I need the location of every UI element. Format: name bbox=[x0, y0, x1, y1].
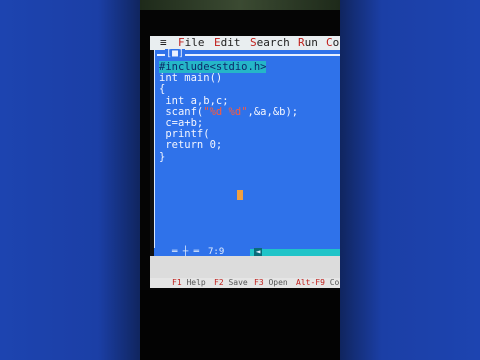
fkey-co[interactable]: Alt-F9 Co bbox=[296, 278, 339, 288]
editor-window[interactable]: [■] #include<stdio.h> int main() { int a… bbox=[154, 49, 340, 250]
menu-search[interactable]: Search bbox=[250, 36, 290, 50]
right-blue-background bbox=[340, 0, 480, 360]
horizontal-scrollbar[interactable] bbox=[250, 249, 340, 256]
menu-run[interactable]: Run bbox=[298, 36, 318, 50]
monitor-bottom-bezel bbox=[140, 290, 340, 360]
code-line[interactable]: int main() bbox=[159, 72, 222, 84]
left-blue-background bbox=[0, 0, 140, 360]
code-line[interactable]: c=a+b; bbox=[159, 117, 203, 129]
fkey-help[interactable]: F1 Help bbox=[172, 278, 206, 288]
code-line[interactable]: #include<stdio.h> bbox=[159, 61, 267, 73]
monitor-top-bezel bbox=[140, 0, 340, 10]
code-token: "%d %d" bbox=[203, 105, 248, 118]
code-line[interactable]: scanf("%d %d",&a,&b); bbox=[159, 106, 298, 118]
code-line[interactable]: { bbox=[159, 83, 165, 95]
text-cursor bbox=[237, 190, 243, 200]
code-token: scanf( bbox=[159, 105, 204, 118]
code-token: c=a+b; bbox=[159, 117, 204, 130]
code-token: #include<stdio.h> bbox=[159, 61, 267, 73]
code-token: int main() bbox=[159, 72, 223, 85]
fkey-save[interactable]: F2 Save bbox=[214, 278, 248, 288]
code-line[interactable]: return 0; bbox=[159, 139, 222, 151]
code-line[interactable]: printf( bbox=[159, 128, 210, 141]
menu-edit[interactable]: Edit bbox=[214, 36, 241, 50]
source-code[interactable]: #include<stdio.h> int main() { int a,b,c… bbox=[159, 61, 298, 163]
cursor-position: 7:9 bbox=[208, 247, 225, 257]
menu-compile[interactable]: Co bbox=[326, 36, 339, 50]
code-token: { bbox=[159, 83, 166, 96]
frame-marker: ═ ┼ ═ bbox=[172, 247, 200, 257]
fkey-open[interactable]: F3 Open bbox=[254, 278, 288, 288]
code-token: printf( bbox=[159, 128, 210, 141]
code-token: ,&a,&b); bbox=[247, 105, 299, 118]
scrollbar-arrow-icon[interactable]: ◄ bbox=[254, 248, 262, 256]
close-box-icon[interactable]: [■] bbox=[165, 49, 186, 59]
code-token: return 0; bbox=[159, 139, 223, 152]
function-key-bar: F1 Help F2 Save F3 Open Alt-F9 Co bbox=[150, 278, 340, 288]
ide-screen: ≡ File Edit Search Run Co [■] #include<s… bbox=[150, 36, 340, 286]
code-line[interactable]: int a,b,c; bbox=[159, 94, 229, 107]
code-token: int a,b,c; bbox=[159, 94, 229, 107]
code-line[interactable]: } bbox=[159, 151, 165, 163]
code-token: } bbox=[159, 150, 166, 163]
